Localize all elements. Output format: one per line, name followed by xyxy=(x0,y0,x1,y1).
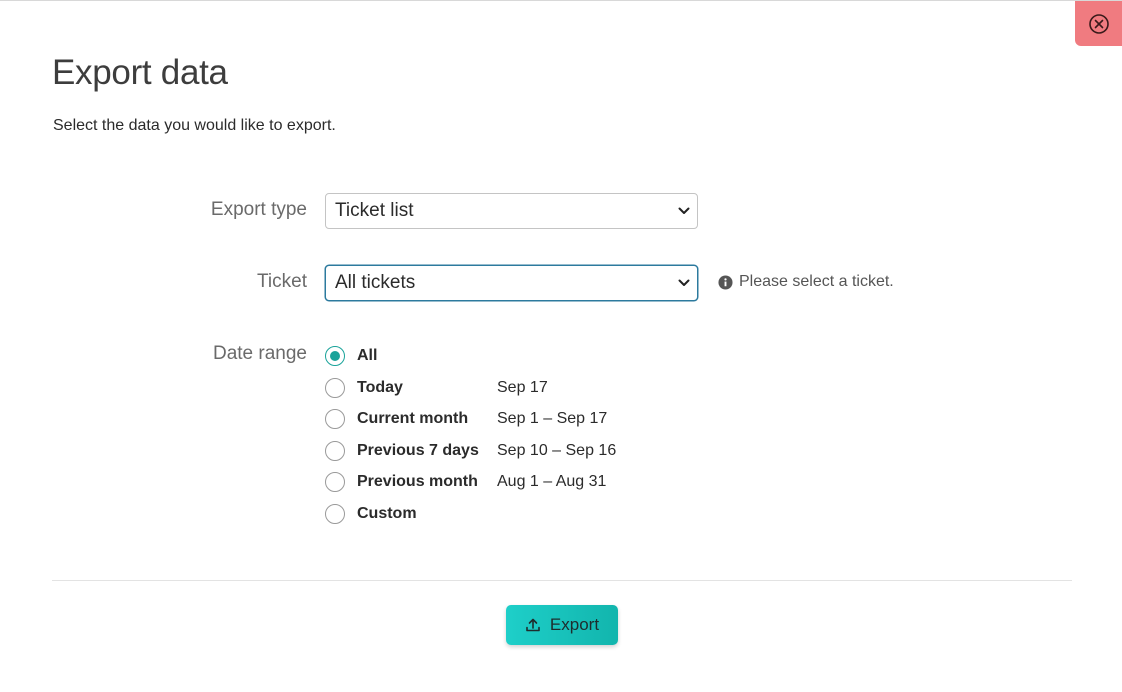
ticket-value: All tickets xyxy=(335,272,416,293)
chevron-down-icon xyxy=(674,201,694,221)
radio-range: Sep 17 xyxy=(497,379,548,396)
dialog-subtitle: Select the data you would like to export… xyxy=(53,117,336,134)
radio-label: All xyxy=(357,347,378,364)
export-dialog: Export data Select the data you would li… xyxy=(0,0,1122,692)
radio-label: Custom xyxy=(357,505,417,522)
radio-all[interactable] xyxy=(325,346,345,366)
ticket-hint: Please select a ticket. xyxy=(718,273,894,291)
export-type-label: Export type xyxy=(210,199,307,220)
dialog-title: Export data xyxy=(52,53,228,92)
date-range-option-today[interactable]: Today Sep 17 xyxy=(325,376,548,400)
upload-icon xyxy=(526,618,540,632)
radio-range: Aug 1 – Aug 31 xyxy=(497,473,607,490)
radio-range: Sep 1 – Sep 17 xyxy=(497,410,608,427)
radio-label: Previous 7 days xyxy=(357,442,479,459)
date-range-option-current-month[interactable]: Current month Sep 1 – Sep 17 xyxy=(325,407,607,431)
date-range-option-all[interactable]: All xyxy=(325,344,377,368)
radio-current-month[interactable] xyxy=(325,409,345,429)
radio-previous-month[interactable] xyxy=(325,472,345,492)
date-range-label: Date range xyxy=(212,343,307,364)
ticket-hint-text: Please select a ticket. xyxy=(739,273,894,290)
radio-range: Sep 10 – Sep 16 xyxy=(497,442,617,459)
radio-label: Current month xyxy=(357,410,469,427)
date-range-option-previous-month[interactable]: Previous month Aug 1 – Aug 31 xyxy=(325,470,606,494)
ticket-select[interactable]: All tickets xyxy=(325,265,698,301)
date-range-option-custom[interactable]: Custom xyxy=(325,502,417,526)
export-type-select[interactable]: Ticket list xyxy=(325,193,698,229)
radio-today[interactable] xyxy=(325,378,345,398)
export-button-label: Export xyxy=(549,615,600,634)
close-button[interactable] xyxy=(1075,1,1122,46)
chevron-down-icon xyxy=(674,273,694,293)
date-range-option-previous-7-days[interactable]: Previous 7 days Sep 10 – Sep 16 xyxy=(325,439,616,463)
footer-divider xyxy=(52,580,1072,581)
ticket-label: Ticket xyxy=(257,271,307,292)
radio-custom[interactable] xyxy=(325,504,345,524)
radio-label: Today xyxy=(357,379,403,396)
export-button[interactable]: Export xyxy=(506,605,618,645)
radio-previous-7-days[interactable] xyxy=(325,441,345,461)
info-icon xyxy=(718,274,733,290)
close-circle-icon xyxy=(1088,13,1109,34)
radio-label: Previous month xyxy=(357,473,478,490)
export-type-value: Ticket list xyxy=(335,200,414,221)
